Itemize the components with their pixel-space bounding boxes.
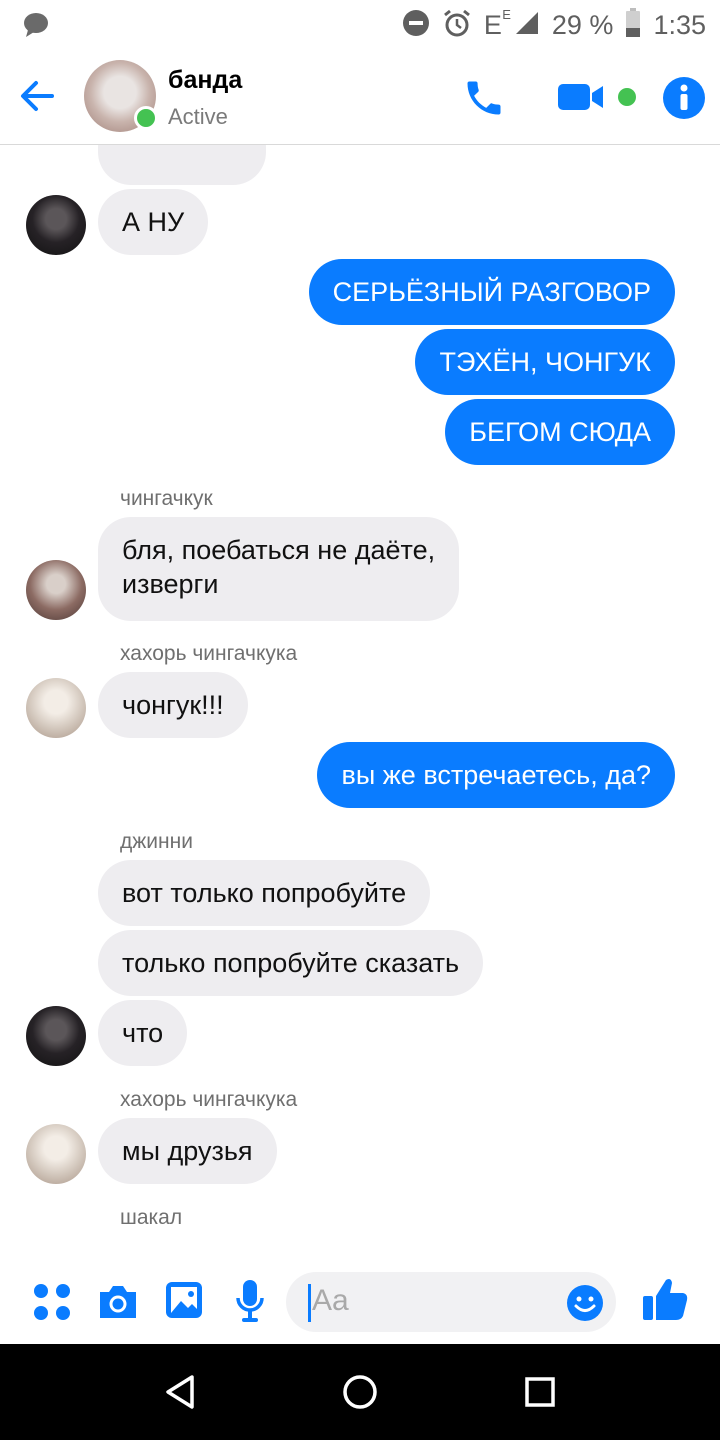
sender-name: джинни: [120, 830, 193, 853]
group-avatar[interactable]: [84, 60, 158, 132]
message-bubble[interactable]: бля, поебаться не даёте, изверги: [98, 517, 460, 621]
message-bubble[interactable]: только попробуйте сказать: [98, 930, 484, 996]
message-text: чонгук!!!: [122, 690, 224, 720]
conversation-header: банда Active: [0, 50, 720, 145]
message-text-line: бля, поебаться не даёте,: [122, 535, 436, 565]
message-composer: Aa: [0, 1262, 720, 1344]
message-text: ТЭХЁН, ЧОНГУК: [439, 347, 651, 377]
message-text: СЕРЬЁЗНЫЙ РАЗГОВОР: [332, 277, 651, 307]
sender-avatar[interactable]: [26, 1006, 86, 1066]
online-indicator: [134, 106, 158, 130]
video-active-dot: [618, 88, 636, 106]
video-call-icon[interactable]: [556, 80, 606, 119]
message-list[interactable]: А НУ СЕРЬЁЗНЫЙ РАЗГОВОР ТЭХЁН, ЧОНГУК БЕ…: [0, 145, 720, 1255]
messenger-notification-icon: [22, 10, 50, 43]
info-icon[interactable]: [662, 76, 706, 125]
battery-icon: [625, 7, 641, 43]
message-bubble[interactable]: чонгук!!!: [98, 672, 248, 738]
sender-avatar[interactable]: [26, 195, 86, 255]
message-bubble-outgoing[interactable]: ТЭХЁН, ЧОНГУК: [415, 329, 675, 395]
sender-name: чингачкук: [120, 487, 213, 510]
home-nav-icon[interactable]: [342, 1374, 378, 1415]
microphone-icon[interactable]: [234, 1278, 266, 1329]
sender-name: хахорь чингачкука: [120, 1088, 298, 1111]
message-bubble-outgoing[interactable]: СЕРЬЁЗНЫЙ РАЗГОВОР: [308, 259, 675, 325]
message-text: вот только попробуйте: [122, 878, 407, 908]
message-text: вы же встречаетесь, да?: [341, 760, 651, 790]
more-actions-icon[interactable]: [32, 1282, 72, 1327]
network-type: EE: [483, 6, 511, 40]
emoji-icon[interactable]: [566, 1284, 604, 1327]
back-arrow-icon[interactable]: [18, 76, 58, 116]
text-cursor: [308, 1284, 311, 1322]
camera-icon[interactable]: [96, 1282, 140, 1327]
phone-call-icon[interactable]: [462, 76, 506, 125]
sender-name: хахорь чингачкука: [120, 642, 298, 665]
status-bar: EE 29 % 1:35: [0, 0, 720, 50]
message-bubble[interactable]: мы друзья: [98, 1118, 277, 1184]
sender-avatar[interactable]: [26, 1124, 86, 1184]
message-bubble-outgoing[interactable]: БЕГОМ СЮДА: [445, 399, 675, 465]
do-not-disturb-icon: [402, 9, 430, 42]
active-status: Active: [168, 104, 228, 129]
message-bubble-partial[interactable]: [98, 145, 266, 185]
message-input[interactable]: Aa: [286, 1272, 616, 1332]
recents-nav-icon[interactable]: [524, 1374, 556, 1415]
message-text: мы друзья: [122, 1136, 253, 1166]
sender-avatar[interactable]: [26, 560, 86, 620]
signal-icon: [514, 10, 540, 41]
clock: 1:35: [653, 9, 706, 40]
message-text-line: изверги: [122, 569, 219, 599]
message-text: БЕГОМ СЮДА: [469, 417, 651, 447]
gallery-icon[interactable]: [164, 1280, 204, 1325]
sender-name: шакал: [120, 1206, 183, 1229]
message-bubble-outgoing[interactable]: вы же встречаетесь, да?: [317, 742, 675, 808]
system-navigation-bar: [0, 1344, 720, 1440]
message-input-placeholder: Aa: [312, 1284, 349, 1317]
message-text: только попробуйте сказать: [122, 948, 460, 978]
conversation-title[interactable]: банда: [168, 66, 242, 95]
sender-avatar[interactable]: [26, 678, 86, 738]
message-bubble[interactable]: А НУ: [98, 189, 209, 255]
message-bubble[interactable]: вот только попробуйте: [98, 860, 431, 926]
message-text: что: [122, 1018, 164, 1048]
alarm-icon: [442, 8, 472, 43]
message-text: А НУ: [122, 207, 185, 237]
back-nav-icon[interactable]: [164, 1374, 196, 1415]
thumbs-up-icon[interactable]: [640, 1274, 690, 1329]
battery-percent: 29 %: [551, 9, 614, 40]
message-bubble[interactable]: что: [98, 1000, 188, 1066]
